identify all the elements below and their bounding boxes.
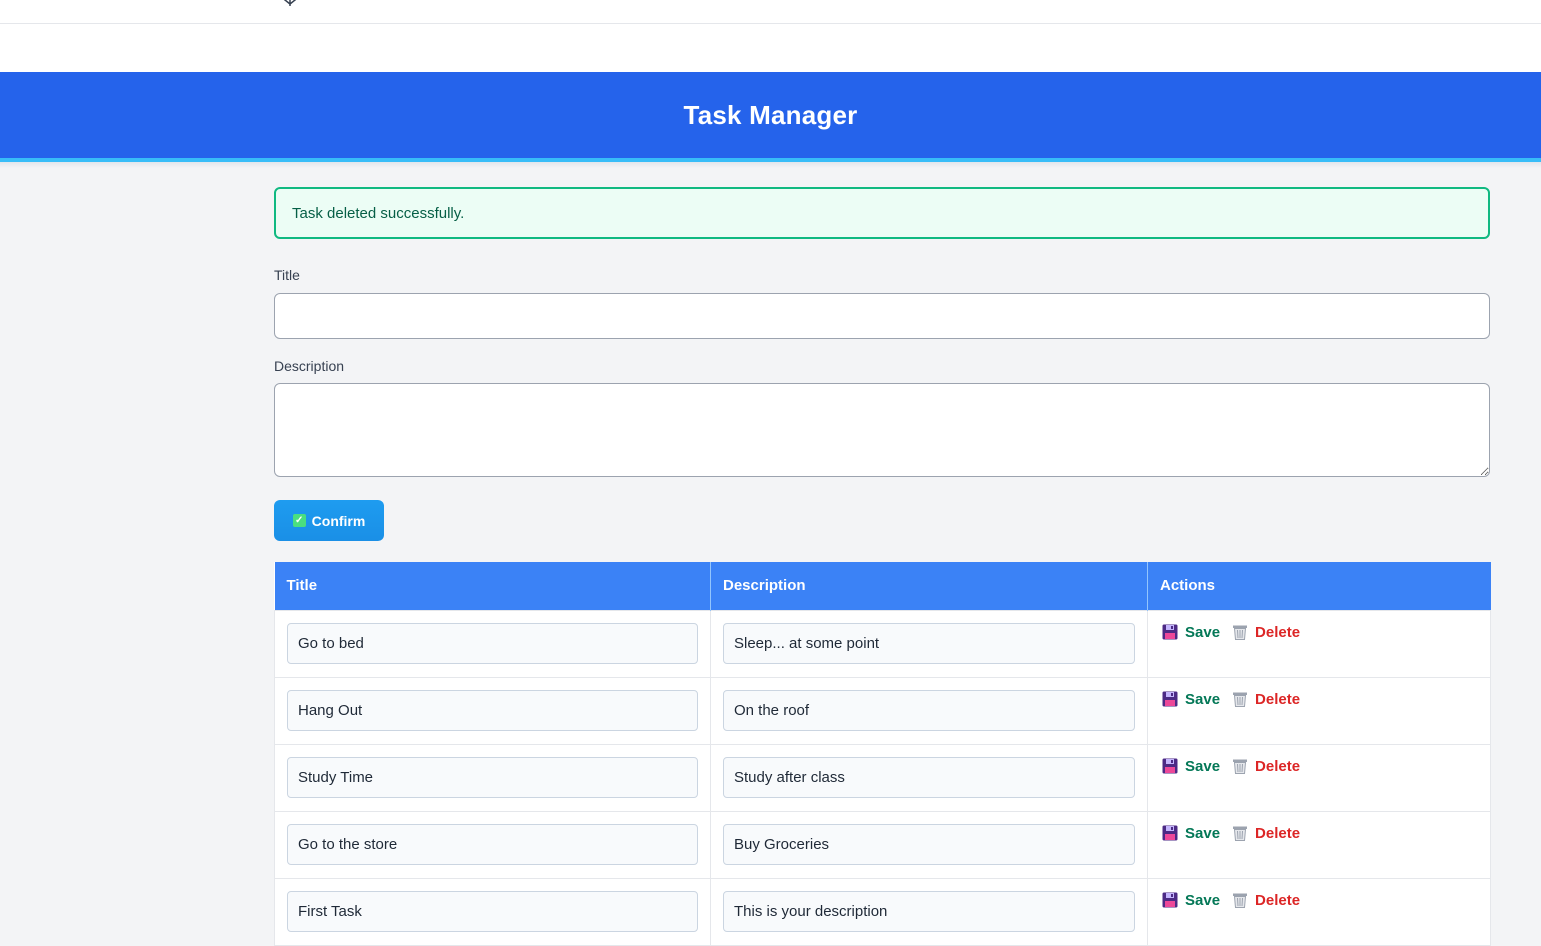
- delete-button[interactable]: Delete: [1232, 825, 1300, 842]
- actions-cell: Save Delete: [1147, 743, 1491, 812]
- action-buttons: Save Delete: [1162, 892, 1490, 909]
- description-label: Description: [274, 358, 345, 374]
- confirm-button-label: Confirm: [311, 512, 366, 529]
- table-header-row: Title Description Actions: [274, 562, 1491, 610]
- floppy-disk-icon: [1162, 758, 1178, 774]
- top-navbar: [0, 0, 1541, 72]
- action-buttons: Save Delete: [1162, 825, 1490, 842]
- save-button[interactable]: Save: [1162, 691, 1220, 708]
- title-cell: [274, 743, 711, 812]
- description-cell: [710, 743, 1148, 812]
- delete-button[interactable]: Delete: [1232, 892, 1300, 909]
- description-cell: [710, 810, 1148, 879]
- description-cell: [710, 676, 1148, 745]
- title-label: Title: [274, 267, 300, 283]
- cube-logo-icon[interactable]: [278, 0, 302, 6]
- delete-label: Delete: [1255, 623, 1301, 641]
- delete-button[interactable]: Delete: [1232, 691, 1300, 708]
- table-body: Save Delete: [274, 609, 1491, 946]
- action-buttons: Save Delete: [1162, 758, 1490, 775]
- trash-icon: [1232, 892, 1248, 908]
- title-input[interactable]: [274, 293, 1490, 339]
- actions-cell: Save Delete: [1147, 810, 1491, 879]
- floppy-disk-icon: [1162, 825, 1178, 841]
- save-button[interactable]: Save: [1162, 892, 1220, 909]
- checkmark-icon: ✓: [292, 514, 306, 527]
- actions-cell: Save Delete: [1147, 609, 1491, 678]
- success-alert-message: Task deleted successfully.: [292, 204, 465, 222]
- save-label: Save: [1185, 623, 1221, 641]
- save-button[interactable]: Save: [1162, 758, 1220, 775]
- description-textarea[interactable]: [274, 383, 1490, 477]
- trash-icon: [1232, 624, 1248, 640]
- page-header: Task Manager: [0, 72, 1541, 158]
- title-cell: [274, 877, 711, 946]
- floppy-disk-icon: [1162, 691, 1178, 707]
- main-content: Task deleted successfully. Title Descrip…: [274, 187, 1491, 946]
- tasks-table: Title Description Actions Go to bed Slee…: [274, 562, 1491, 946]
- table-row: Save Delete: [274, 676, 1491, 745]
- trash-icon: [1232, 825, 1248, 841]
- floppy-disk-icon: [1162, 624, 1178, 640]
- page-title: Task Manager: [683, 99, 858, 130]
- task-description-input[interactable]: [723, 891, 1135, 932]
- save-button[interactable]: Save: [1162, 825, 1220, 842]
- task-description-input[interactable]: [723, 757, 1135, 798]
- task-title-input[interactable]: [287, 757, 698, 798]
- actions-cell: Save Delete: [1147, 676, 1491, 745]
- confirm-button[interactable]: ✓ Confirm: [274, 500, 384, 541]
- delete-label: Delete: [1255, 757, 1301, 775]
- task-title-input[interactable]: [287, 824, 698, 865]
- task-description-input[interactable]: [723, 824, 1135, 865]
- title-cell: [274, 810, 711, 879]
- save-label: Save: [1185, 824, 1221, 842]
- delete-button[interactable]: Delete: [1232, 758, 1300, 775]
- description-cell: [710, 609, 1148, 678]
- table-row: Save Delete: [274, 743, 1491, 812]
- action-buttons: Save Delete: [1162, 691, 1490, 708]
- title-cell: [274, 609, 711, 678]
- description-cell: [710, 877, 1148, 946]
- task-description-input[interactable]: [723, 623, 1135, 664]
- header-shadow: [0, 162, 1541, 168]
- task-title-input[interactable]: [287, 623, 698, 664]
- column-header-title: Title: [274, 562, 711, 610]
- task-description-input[interactable]: [723, 690, 1135, 731]
- save-label: Save: [1185, 757, 1221, 775]
- delete-button[interactable]: Delete: [1232, 624, 1300, 641]
- title-cell: [274, 676, 711, 745]
- trash-icon: [1232, 758, 1248, 774]
- success-alert: Task deleted successfully.: [274, 187, 1490, 239]
- save-label: Save: [1185, 891, 1221, 909]
- table-row: Save Delete: [274, 877, 1491, 946]
- trash-icon: [1232, 691, 1248, 707]
- task-title-input[interactable]: [287, 690, 698, 731]
- action-buttons: Save Delete: [1162, 624, 1490, 641]
- task-title-input[interactable]: [287, 891, 698, 932]
- table-row: Save Delete: [274, 609, 1491, 678]
- delete-label: Delete: [1255, 690, 1301, 708]
- delete-label: Delete: [1255, 824, 1301, 842]
- save-label: Save: [1185, 690, 1221, 708]
- column-header-actions: Actions: [1147, 562, 1491, 610]
- table-row: Save Delete: [274, 810, 1491, 879]
- floppy-disk-icon: [1162, 892, 1178, 908]
- navbar-divider: [0, 23, 1541, 24]
- delete-label: Delete: [1255, 891, 1301, 909]
- column-header-description: Description: [710, 562, 1148, 610]
- save-button[interactable]: Save: [1162, 624, 1220, 641]
- actions-cell: Save Delete: [1147, 877, 1491, 946]
